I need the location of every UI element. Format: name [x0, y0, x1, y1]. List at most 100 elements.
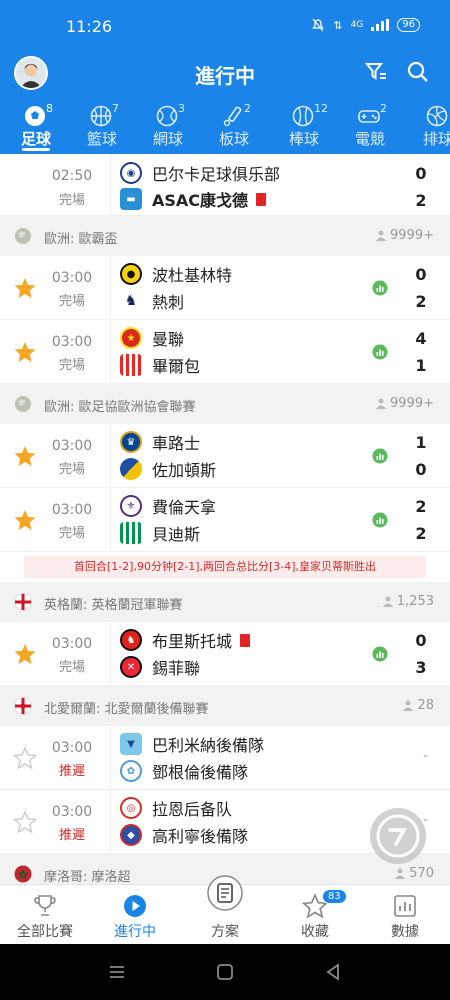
home-team: ⚜ 費倫天拿 — [120, 493, 216, 519]
home-icon[interactable] — [216, 963, 234, 981]
match-time: 02:50 — [51, 168, 93, 184]
star-filled-icon[interactable] — [13, 276, 37, 300]
away-score: 2 — [415, 191, 427, 210]
chat-bot-icon — [376, 814, 420, 858]
tab-baseball[interactable]: 12 棒球 — [274, 100, 334, 149]
status-icons: ⇅ 4G 96 — [311, 18, 420, 32]
star-filled-icon[interactable] — [13, 642, 37, 666]
tab-plans[interactable]: 方案 — [180, 875, 270, 941]
match-row[interactable]: 03:00 完場 ● 波杜基林特 ♞ 熱刺 0 2 — [0, 256, 450, 320]
tab-cricket[interactable]: 2 板球 — [204, 100, 264, 149]
stats-icon[interactable] — [372, 448, 388, 464]
filter-icon[interactable] — [364, 60, 388, 84]
england-flag-icon — [14, 593, 32, 611]
match-row[interactable]: 03:00 完場 ♞ 布里斯托城 ✕ 錫菲聯 0 3 — [0, 622, 450, 686]
tab-tennis[interactable]: 3 網球 — [138, 100, 198, 149]
match-status: 完場 — [58, 526, 85, 541]
team-name: 佐加頓斯 — [152, 461, 217, 480]
row-divider — [110, 320, 111, 383]
tab-volleyball[interactable]: 排球 — [408, 100, 450, 149]
match-row[interactable]: 03:00 完場 ⚜ 費倫天拿 貝迪斯 2 2 — [0, 488, 450, 552]
stats-icon[interactable] — [372, 344, 388, 360]
tab-count: 7 — [112, 102, 119, 115]
star-outline-icon[interactable] — [13, 746, 37, 770]
star-outline-icon[interactable] — [13, 810, 37, 834]
tab-label: 方案 — [211, 924, 239, 940]
menu-icon[interactable] — [108, 964, 126, 980]
team-name: 錫菲聯 — [152, 659, 201, 678]
league-header[interactable]: 北愛爾蘭: 北愛爾蘭後備聯賽 28 — [0, 686, 450, 726]
back-icon[interactable] — [324, 963, 342, 981]
trophy-icon — [34, 895, 56, 916]
stats-icon[interactable] — [372, 646, 388, 662]
tab-esports[interactable]: 2 電競 — [340, 100, 400, 149]
tab-basketball[interactable]: 7 籃球 — [72, 100, 132, 149]
network-label: 4G — [350, 20, 364, 30]
away-team: ◆ 高利寧後備隊 — [120, 822, 248, 848]
viewer-count-text: 9999+ — [390, 396, 434, 411]
tab-favorites[interactable]: 83 收藏 — [270, 889, 360, 941]
person-icon — [376, 398, 387, 409]
team-name: 熱刺 — [152, 293, 185, 312]
mute-icon — [312, 18, 325, 32]
league-header[interactable]: 歐洲: 歐足協歐洲協會聯賽 9999+ — [0, 384, 450, 424]
match-row[interactable]: 02:50 完場 ◉ 巴尔卡足球俱乐部 ▬ ASAC康戈德 0 2 — [0, 154, 450, 216]
search-icon[interactable] — [406, 60, 430, 84]
team-name: 拉恩后备队 — [152, 800, 233, 819]
cricket-icon — [223, 106, 242, 127]
away-team: ♞ 熱刺 — [120, 288, 184, 314]
star-filled-icon[interactable] — [13, 508, 37, 532]
soccer-icon — [25, 106, 45, 126]
row-divider — [110, 154, 111, 215]
tab-count: 8 — [46, 102, 53, 115]
tab-all-matches[interactable]: 全部比賽 — [0, 891, 90, 941]
plan-doc-icon — [207, 875, 243, 911]
home-team: ♛ 車路士 — [120, 429, 200, 455]
match-row[interactable]: 03:00 推遲 ▼ 巴利米納後備隊 ✿ 鄧根倫後備隊 - — [0, 726, 450, 790]
match-status: 完場 — [58, 660, 85, 675]
team-crest-icon: ★ — [120, 327, 142, 349]
match-status: 推遲 — [58, 828, 85, 843]
stats-icon[interactable] — [372, 280, 388, 296]
home-team: ♞ 布里斯托城 — [120, 627, 251, 653]
stats-icon[interactable] — [372, 512, 388, 528]
team-name: 費倫天拿 — [152, 498, 217, 517]
league-header[interactable]: 歐洲: 歐霸盃 9999+ — [0, 216, 450, 256]
match-time: 03:00 — [51, 636, 93, 652]
match-status: 推遲 — [58, 764, 85, 779]
match-time: 03:00 — [51, 438, 93, 454]
team-name: 布里斯托城 — [152, 632, 233, 651]
active-tab-indicator — [22, 148, 50, 151]
team-crest-icon: ⚜ — [120, 495, 142, 517]
team-name: 畢爾包 — [152, 357, 201, 376]
star-filled-icon[interactable] — [13, 340, 37, 364]
home-team: ◉ 巴尔卡足球俱乐部 — [120, 160, 280, 186]
league-header[interactable]: 英格蘭: 英格蘭冠軍聯賽 1,253 — [0, 582, 450, 622]
home-team: ★ 曼聯 — [120, 325, 184, 351]
tab-data[interactable]: 數據 — [360, 891, 450, 941]
match-row[interactable]: 03:00 完場 ♛ 車路士 佐加頓斯 1 0 — [0, 424, 450, 488]
match-time: 03:00 — [51, 270, 93, 286]
floating-action-button[interactable] — [370, 808, 426, 864]
match-row[interactable]: 03:00 完場 ★ 曼聯 畢爾包 4 1 — [0, 320, 450, 384]
match-time: 03:00 — [51, 334, 93, 350]
tab-live[interactable]: 進行中 — [90, 891, 180, 941]
favorites-badge: 83 — [322, 889, 347, 904]
tab-label: 棒球 — [288, 130, 319, 148]
status-bar: 11:26 ⇅ 4G 96 — [0, 0, 450, 50]
home-score: 1 — [415, 433, 427, 452]
team-crest-icon: ✕ — [120, 656, 142, 678]
viewer-count: 28 — [402, 698, 434, 713]
signal-icon — [371, 19, 390, 31]
league-name: 摩洛哥: 摩洛超 — [44, 870, 131, 884]
home-team: ● 波杜基林特 — [120, 261, 232, 287]
status-time: 11:26 — [66, 17, 113, 36]
match-list[interactable]: 02:50 完場 ◉ 巴尔卡足球俱乐部 ▬ ASAC康戈德 0 2 歐洲: 歐霸… — [0, 154, 450, 884]
volleyball-icon — [426, 105, 448, 127]
tab-count: 2 — [244, 102, 251, 115]
star-filled-icon[interactable] — [13, 444, 37, 468]
tab-soccer[interactable]: 8 足球 — [6, 100, 66, 149]
row-divider — [110, 726, 111, 789]
team-crest-icon — [120, 354, 142, 376]
team-crest-icon: ♞ — [120, 629, 142, 651]
